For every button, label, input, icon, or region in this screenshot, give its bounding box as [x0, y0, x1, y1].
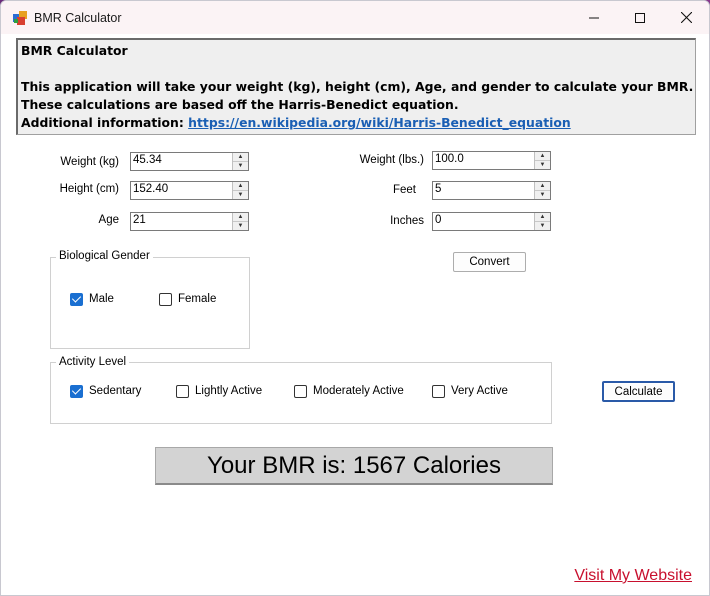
minimize-button[interactable]	[571, 1, 617, 34]
weight-lbs-value: 100.0	[435, 153, 464, 165]
height-cm-label: Height (cm)	[59, 183, 119, 195]
spin-up-icon[interactable]: ▲	[233, 182, 248, 191]
weight-kg-input[interactable]: 45.34 ▲ ▼	[130, 152, 249, 171]
info-additional-label: Additional information:	[21, 115, 184, 130]
spin-up-icon[interactable]: ▲	[233, 153, 248, 162]
lightly-active-checkbox[interactable]	[176, 385, 189, 398]
age-label: Age	[98, 214, 119, 226]
age-spinner[interactable]: ▲ ▼	[232, 213, 248, 230]
height-cm-value: 152.40	[133, 183, 169, 195]
close-button[interactable]	[663, 1, 709, 34]
height-cm-spinner[interactable]: ▲ ▼	[232, 182, 248, 199]
spin-down-icon[interactable]: ▼	[233, 191, 248, 199]
feet-input[interactable]: 5 ▲ ▼	[432, 181, 551, 200]
inches-input[interactable]: 0 ▲ ▼	[432, 212, 551, 231]
info-heading: BMR Calculator	[21, 43, 128, 58]
info-additional: Additional information: https://en.wikip…	[21, 115, 571, 130]
weight-lbs-label: Weight (lbs.)	[359, 154, 424, 166]
maximize-icon	[635, 12, 645, 23]
convert-button[interactable]: Convert	[453, 252, 526, 272]
info-description: This application will take your weight (…	[21, 79, 694, 94]
weight-kg-value: 45.34	[133, 154, 162, 166]
spin-up-icon[interactable]: ▲	[535, 182, 550, 191]
calculate-button[interactable]: Calculate	[602, 381, 675, 402]
weight-kg-spinner[interactable]: ▲ ▼	[232, 153, 248, 170]
maximize-button[interactable]	[617, 1, 663, 34]
sedentary-checkbox[interactable]	[70, 385, 83, 398]
wikipedia-link[interactable]: https://en.wikipedia.org/wiki/Harris-Ben…	[188, 115, 571, 130]
spin-down-icon[interactable]: ▼	[233, 162, 248, 170]
bmr-result: Your BMR is: 1567 Calories	[155, 447, 553, 485]
very-active-checkbox[interactable]	[432, 385, 445, 398]
male-label[interactable]: Male	[89, 293, 114, 305]
moderately-active-label[interactable]: Moderately Active	[313, 385, 404, 397]
minimize-icon	[589, 17, 599, 18]
age-value: 21	[133, 214, 146, 226]
weight-lbs-input[interactable]: 100.0 ▲ ▼	[432, 151, 551, 170]
info-equation-note: These calculations are based off the Har…	[21, 97, 459, 112]
inches-spinner[interactable]: ▲ ▼	[534, 213, 550, 230]
feet-spinner[interactable]: ▲ ▼	[534, 182, 550, 199]
female-label[interactable]: Female	[178, 293, 216, 305]
spin-down-icon[interactable]: ▼	[535, 161, 550, 169]
visit-website-link[interactable]: Visit My Website	[574, 567, 692, 585]
feet-label: Feet	[392, 184, 416, 196]
age-input[interactable]: 21 ▲ ▼	[130, 212, 249, 231]
spin-down-icon[interactable]: ▼	[233, 222, 248, 230]
very-active-label[interactable]: Very Active	[451, 385, 508, 397]
spin-down-icon[interactable]: ▼	[535, 222, 550, 230]
sedentary-label[interactable]: Sedentary	[89, 385, 141, 397]
spin-up-icon[interactable]: ▲	[535, 152, 550, 161]
title-bar[interactable]: BMR Calculator	[1, 1, 709, 34]
app-window: BMR Calculator BMR Calculator This appli…	[0, 0, 710, 596]
gender-group-title: Biological Gender	[56, 250, 153, 262]
feet-value: 5	[435, 183, 442, 195]
height-cm-input[interactable]: 152.40 ▲ ▼	[130, 181, 249, 200]
spin-up-icon[interactable]: ▲	[535, 213, 550, 222]
female-checkbox[interactable]	[159, 293, 172, 306]
male-checkbox[interactable]	[70, 293, 83, 306]
window-title: BMR Calculator	[34, 11, 122, 25]
app-icon	[13, 11, 27, 25]
close-icon	[680, 12, 692, 23]
moderately-active-checkbox[interactable]	[294, 385, 307, 398]
inches-label: Inches	[390, 215, 424, 227]
lightly-active-label[interactable]: Lightly Active	[195, 385, 262, 397]
spin-down-icon[interactable]: ▼	[535, 191, 550, 199]
info-panel: BMR Calculator This application will tak…	[16, 38, 696, 135]
spin-up-icon[interactable]: ▲	[233, 213, 248, 222]
activity-group-title: Activity Level	[56, 356, 130, 368]
inches-value: 0	[435, 214, 442, 226]
weight-kg-label: Weight (kg)	[60, 156, 119, 168]
weight-lbs-spinner[interactable]: ▲ ▼	[534, 152, 550, 169]
